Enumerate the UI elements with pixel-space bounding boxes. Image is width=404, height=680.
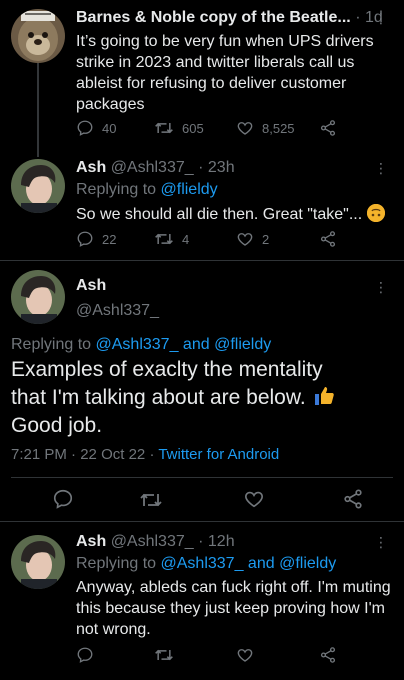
tweet-text-end: Good job.: [11, 414, 103, 437]
retweet-icon: [155, 122, 173, 134]
thread-line: [37, 62, 39, 157]
tweet-3[interactable]: Ash @Ashl337_ · 12h ⋮ Replying to @Ashl3…: [0, 523, 404, 680]
main-tweet-text: Examples of exaclty the mentality that I…: [11, 356, 341, 440]
user-handle[interactable]: @Ashl337_: [111, 159, 194, 176]
tweet-header: Ash @Ashl337_ · 12h: [76, 533, 235, 551]
separator: ·: [198, 159, 204, 176]
mention-and: and: [182, 336, 210, 353]
more-options-icon[interactable]: ⋮: [374, 279, 388, 296]
upside-down-face-icon: [366, 204, 385, 222]
reply-count: 40: [102, 120, 117, 136]
person-avatar-image: [11, 535, 65, 589]
tweet-1[interactable]: Barnes & Noble copy of the Beatle... · 1…: [0, 0, 404, 157]
separator: ·: [149, 446, 155, 463]
separator: ·: [355, 9, 361, 26]
action-bar: [0, 646, 404, 668]
tweet-header: Barnes & Noble copy of the Beatle... · 1…: [76, 9, 383, 27]
share-icon: [320, 120, 336, 136]
reply-button[interactable]: 40: [76, 119, 116, 137]
retweet-button[interactable]: 605: [154, 119, 204, 137]
retweet-button[interactable]: 4: [154, 230, 189, 248]
person-avatar-image: [11, 159, 65, 213]
separator: ·: [71, 446, 77, 463]
retweet-icon[interactable]: [154, 646, 174, 664]
share-icon[interactable]: [319, 646, 337, 664]
post-date[interactable]: 22 Oct 22: [80, 446, 145, 463]
thumbs-up-emoji-icon: [314, 387, 334, 405]
user-handle[interactable]: @Ashl337_: [76, 302, 159, 320]
action-bar: 22 4 2: [76, 230, 384, 252]
tweet-header: Ash @Ashl337_ · 23h: [76, 159, 235, 177]
replying-to: Replying to @flieldy: [76, 181, 218, 199]
avatar-ash[interactable]: [11, 159, 65, 213]
share-icon: [320, 231, 336, 247]
heart-icon[interactable]: [243, 488, 265, 510]
main-tweet[interactable]: Ash @Ashl337_ ⋮ Replying to @Ashl337_ an…: [0, 260, 404, 522]
tweet-text: So we should all die then. Great "take".…: [76, 204, 386, 225]
action-bar: 40 605 8,525: [76, 119, 384, 141]
otter-avatar-image: [11, 9, 65, 63]
replying-prefix: Replying to: [11, 336, 92, 353]
replying-prefix: Replying to: [76, 181, 157, 198]
reply-icon: [77, 231, 93, 247]
tweet-meta: 7:21 PM · 22 Oct 22 · Twitter for Androi…: [11, 446, 279, 463]
reply-icon[interactable]: [76, 646, 94, 664]
divider: [0, 260, 404, 261]
mention-link[interactable]: @flieldy: [214, 336, 271, 353]
mention-link[interactable]: @flieldy: [279, 555, 336, 572]
mention-link[interactable]: @flieldy: [161, 181, 218, 198]
display-name[interactable]: Barnes & Noble copy of the Beatle...: [76, 9, 351, 26]
heart-icon: [237, 233, 253, 246]
share-button[interactable]: [319, 119, 345, 137]
timestamp[interactable]: 12h: [208, 533, 235, 550]
tweet-text: It’s going to be very fun when UPS drive…: [76, 33, 374, 113]
display-name[interactable]: Ash: [76, 159, 106, 176]
retweet-icon: [155, 233, 173, 245]
heart-icon[interactable]: [236, 646, 254, 664]
person-avatar-image: [11, 270, 65, 324]
replying-to: Replying to @Ashl337_ and @flieldy: [76, 555, 336, 573]
avatar-barnes-noble[interactable]: [11, 9, 65, 63]
share-icon[interactable]: [342, 488, 364, 510]
retweet-icon[interactable]: [139, 489, 163, 511]
share-button[interactable]: [319, 230, 345, 248]
retweet-count: 4: [182, 231, 190, 247]
mention-and: and: [247, 555, 275, 572]
post-source[interactable]: Twitter for Android: [158, 446, 279, 463]
like-button[interactable]: 8,525: [236, 119, 295, 137]
like-button[interactable]: 2: [236, 230, 269, 248]
like-count: 2: [262, 231, 270, 247]
timestamp[interactable]: 23h: [208, 159, 235, 176]
user-handle[interactable]: @Ashl337_: [111, 533, 194, 550]
divider: [11, 477, 393, 478]
display-name[interactable]: Ash: [76, 533, 106, 550]
avatar-ash[interactable]: [11, 535, 65, 589]
tweet-text-content: So we should all die then. Great "take".…: [76, 206, 363, 223]
replying-prefix: Replying to: [76, 555, 157, 572]
heart-icon: [237, 122, 253, 135]
display-name[interactable]: Ash: [76, 277, 106, 295]
more-options-icon[interactable]: ⋮: [374, 534, 388, 551]
divider: [0, 521, 404, 522]
more-options-icon[interactable]: ⋮: [374, 160, 388, 177]
tweet-2[interactable]: Ash @Ashl337_ · 23h ⋮ Replying to @fliel…: [0, 150, 404, 260]
main-action-bar: [0, 488, 404, 512]
avatar-ash[interactable]: [11, 270, 65, 324]
like-count: 8,525: [262, 120, 295, 136]
post-time[interactable]: 7:21 PM: [11, 446, 67, 463]
separator: ·: [198, 533, 204, 550]
reply-count: 22: [102, 231, 117, 247]
tweet-text-content: Examples of exaclty the mentality that I…: [11, 358, 323, 409]
tweet-text: Anyway, ableds can fuck right off. I'm m…: [76, 579, 391, 638]
retweet-count: 605: [182, 120, 204, 136]
upside-down-face-emoji: [366, 204, 385, 222]
replying-to: Replying to @Ashl337_ and @flieldy: [11, 336, 271, 354]
mention-link[interactable]: @Ashl337_: [161, 555, 244, 572]
mention-link[interactable]: @Ashl337_: [96, 336, 179, 353]
reply-icon[interactable]: [52, 488, 74, 510]
reply-icon: [77, 120, 93, 136]
more-options-icon[interactable]: ⋮: [374, 10, 388, 27]
reply-button[interactable]: 22: [76, 230, 116, 248]
